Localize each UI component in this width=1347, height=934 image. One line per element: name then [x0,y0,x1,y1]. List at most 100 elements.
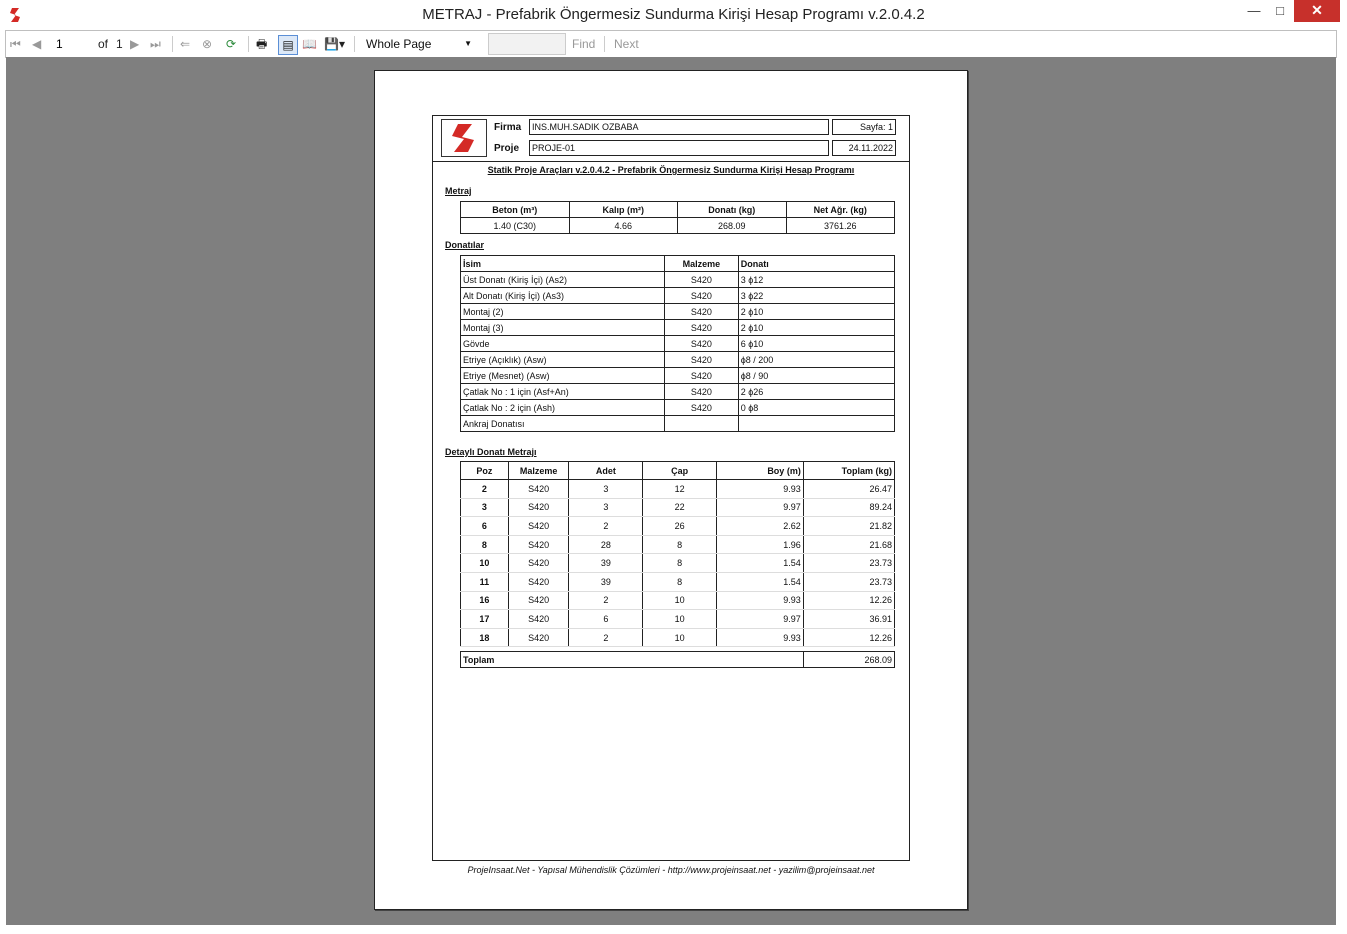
first-page-icon[interactable]: ⏮ [10,35,21,53]
table-cell: Alt Donatı (Kiriş İçi) (As3) [460,287,665,304]
table-row: Çatlak No : 1 için (Asf+An) S420 2 ϕ26 [460,383,896,400]
table-cell: 8 [642,534,718,555]
table-cell: S420 [663,335,739,352]
table-cell: S420 [507,590,570,611]
of-label: of [98,37,109,51]
back-icon[interactable]: ⇐ [180,35,190,53]
table-cell: S420 [663,367,739,384]
table-row: Gövde S420 6 ϕ10 [460,335,896,352]
detay-table: Poz Malzeme Adet Çap Boy (m) Toplam (kg)… [460,461,896,648]
table-cell: Gövde [460,335,665,352]
donatilar-section-title: Donatılar [445,240,485,250]
table-cell: S420 [507,497,570,518]
table-cell: S420 [663,271,739,288]
table-cell: Çatlak No : 1 için (Asf+An) [460,383,665,400]
report-footer: ProjeInsaat.Net - Yapısal Mühendislik Çö… [467,865,875,875]
next-link[interactable]: Next [614,35,639,53]
zoom-select[interactable]: Whole Page ▼ [366,35,476,53]
table-cell: 9.93 [716,590,804,611]
table-cell: 1.54 [716,571,804,592]
table-cell: 0 ϕ8 [737,399,896,416]
column-header: Beton (m³) [460,201,570,218]
detay-section-title: Detaylı Donatı Metrajı [445,447,537,457]
table-cell: 6 [568,609,644,629]
table-cell: 2 [568,516,644,536]
table-cell: 3 [460,497,509,518]
print-icon[interactable]: 🖶 [256,35,267,53]
export-icon[interactable]: 💾▾ [324,35,345,53]
column-header: Poz [460,461,509,480]
table-cell: 8 [460,534,509,555]
metraj-table: Beton (m³) Kalıp (m²) Donatı (kg) Net Ağ… [460,201,895,234]
table-cell: Ankraj Donatısı [460,415,665,432]
table-row: 18 S420 2 10 9.93 12.26 [460,627,896,648]
table-cell: 28 [568,534,644,555]
table-row: 10 S420 39 8 1.54 23.73 [460,553,896,573]
table-row: Etriye (Mesnet) (Asw) S420 ϕ8 / 90 [460,367,896,384]
page-setup-icon[interactable]: 📖 [302,35,317,53]
table-cell: 10 [642,627,718,648]
column-header: Donatı (kg) [677,201,787,218]
column-header: Malzeme [663,255,739,272]
table-cell: S420 [663,287,739,304]
table-cell [663,415,739,432]
table-cell: 9.93 [716,479,804,499]
table-cell: 16 [460,590,509,611]
column-header: Net Ağr. (kg) [785,201,895,218]
table-cell: Etriye (Açıklık) (Asw) [460,351,665,368]
table-cell: 89.24 [802,497,896,518]
previous-page-icon[interactable]: ◀ [32,35,41,53]
table-cell: 17 [460,609,509,629]
toolbar-separator [354,36,355,52]
window-title: METRAJ - Prefabrik Öngermesiz Sundurma K… [422,6,925,23]
table-cell: 26 [642,516,718,536]
minimize-button[interactable]: — [1240,0,1268,22]
toplam-table: Toplam 268.09 [460,651,896,668]
table-cell: S420 [507,571,570,592]
metraj-section-title: Metraj [445,186,472,196]
table-cell: 22 [642,497,718,518]
toolbar-separator [604,36,605,52]
table-cell: 12 [642,479,718,499]
search-input[interactable] [488,33,566,55]
table-cell: 3 [568,479,644,499]
column-header: Malzeme [507,461,570,480]
table-cell: 10 [642,609,718,629]
report-viewer[interactable]: Firma INS.MUH.SADIK OZBABA Sayfa: 1 Proj… [6,57,1336,925]
table-cell: Çatlak No : 2 için (Ash) [460,399,665,416]
print-layout-icon[interactable]: ▤ [278,35,298,55]
close-button[interactable]: ✕ [1294,0,1340,22]
header-divider [433,161,909,162]
table-cell: 3 ϕ22 [737,287,896,304]
page-number-input[interactable] [54,35,96,53]
toplam-label: Toplam [460,651,804,668]
table-row: Üst Donatı (Kiriş İçi) (As2) S420 3 ϕ12 [460,271,896,288]
table-cell: 18 [460,627,509,648]
table-cell: S420 [663,303,739,320]
column-header: Kalıp (m²) [568,201,678,218]
column-header: İsim [460,255,665,272]
next-page-icon[interactable]: ▶ [130,35,139,53]
column-header: Toplam (kg) [802,461,896,480]
table-cell: 8 [642,553,718,573]
table-row: 2 S420 3 12 9.93 26.47 [460,479,896,499]
page-indicator: Sayfa: 1 [832,119,896,135]
table-cell: S420 [663,351,739,368]
find-link[interactable]: Find [572,35,595,53]
toplam-value: 268.09 [802,651,896,668]
table-cell: S420 [507,553,570,573]
maximize-button[interactable]: □ [1266,0,1294,22]
table-cell: 2 [568,627,644,648]
total-pages: 1 [116,37,123,51]
table-cell: 8 [642,571,718,592]
table-cell: 26.47 [802,479,896,499]
table-row: 11 S420 39 8 1.54 23.73 [460,571,896,592]
title-bar: METRAJ - Prefabrik Öngermesiz Sundurma K… [0,0,1347,30]
last-page-icon[interactable]: ⏭ [150,35,161,53]
table-cell: 2 ϕ10 [737,319,896,336]
refresh-icon[interactable]: ⟳ [226,35,236,53]
stop-icon[interactable]: ⊗ [202,35,212,53]
table-cell: ϕ8 / 200 [737,351,896,368]
table-cell: S420 [507,534,570,555]
report-frame: Firma INS.MUH.SADIK OZBABA Sayfa: 1 Proj… [432,115,910,861]
